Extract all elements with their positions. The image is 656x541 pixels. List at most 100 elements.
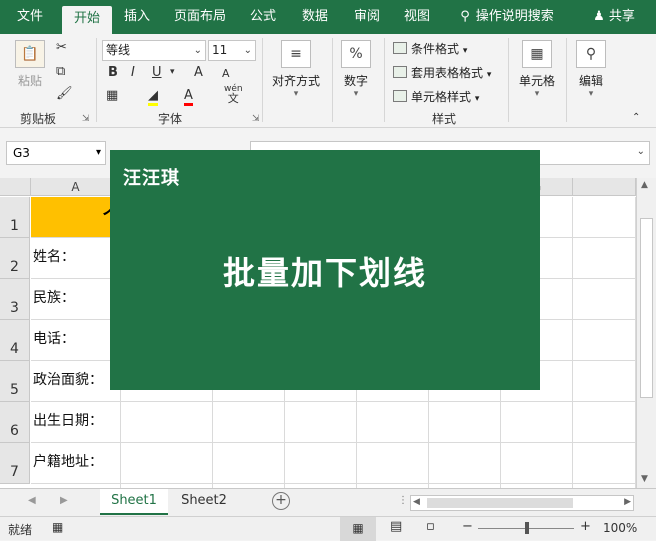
tab-review[interactable]: 审阅 bbox=[346, 0, 388, 34]
chevron-down-icon: ▾ bbox=[353, 89, 359, 99]
tab-page-layout[interactable]: 页面布局 bbox=[168, 0, 232, 34]
overlay-headline: 批量加下划线 bbox=[222, 254, 427, 292]
divider bbox=[384, 38, 385, 122]
ready-status: 就绪 bbox=[8, 523, 33, 537]
font-size-select[interactable]: 11 ⌄ bbox=[208, 40, 256, 61]
divider bbox=[508, 38, 509, 122]
column-header[interactable] bbox=[573, 178, 636, 196]
scroll-left-icon[interactable]: ◀ bbox=[413, 497, 420, 507]
font-color-button[interactable]: A bbox=[184, 88, 193, 106]
cut-icon[interactable]: ✂ bbox=[56, 40, 67, 55]
share-button[interactable]: ♟ 共享 bbox=[584, 0, 644, 34]
scroll-up-icon[interactable]: ▲ bbox=[641, 180, 648, 190]
shrink-font-button[interactable]: A bbox=[222, 67, 230, 80]
zoom-level[interactable]: 100% bbox=[603, 521, 637, 535]
sheet-tab-1[interactable]: Sheet1 bbox=[100, 489, 168, 515]
cell-style-icon bbox=[393, 90, 407, 102]
next-sheet-icon[interactable]: ▶ bbox=[60, 495, 68, 506]
row-header[interactable]: 5 bbox=[0, 361, 30, 402]
alignment-button[interactable]: ≡ 对齐方式 ▾ bbox=[268, 40, 324, 99]
tab-formulas[interactable]: 公式 bbox=[242, 0, 284, 34]
scrollbar-thumb[interactable] bbox=[640, 218, 653, 398]
scrollbar-thumb[interactable] bbox=[427, 498, 573, 508]
grow-font-button[interactable]: A bbox=[194, 65, 203, 80]
title-overlay-banner: 汪汪琪 批量加下划线 bbox=[110, 150, 540, 390]
name-box[interactable]: G3 ▾ bbox=[6, 141, 106, 165]
tab-view[interactable]: 视图 bbox=[396, 0, 438, 34]
zoom-in-icon[interactable]: + bbox=[580, 519, 591, 534]
clipboard-icon: 📋 bbox=[15, 40, 45, 68]
phonetic-button[interactable]: wén 文 bbox=[224, 84, 243, 104]
table-icon bbox=[393, 66, 407, 78]
editing-button[interactable]: ⚲ 编辑 ▾ bbox=[572, 40, 610, 99]
underline-button[interactable]: U bbox=[152, 65, 162, 80]
font-launcher-icon[interactable]: ⇲ bbox=[252, 114, 260, 124]
add-sheet-icon[interactable]: + bbox=[272, 492, 290, 510]
number-format-button[interactable]: % 数字 ▾ bbox=[338, 40, 374, 99]
scroll-down-icon[interactable]: ▼ bbox=[641, 474, 648, 484]
cell-styles-button[interactable]: 单元格样式 ▾ bbox=[393, 88, 479, 105]
page-layout-view-icon[interactable]: ▤ bbox=[390, 519, 402, 534]
chevron-down-icon: ⌄ bbox=[636, 146, 645, 157]
brand-name: 汪汪琪 bbox=[123, 168, 180, 189]
sheet-tab-2[interactable]: Sheet2 bbox=[170, 489, 238, 515]
ribbon-tab-bar: 文件 开始 插入 页面布局 公式 数据 审阅 视图 ⚲ 操作说明搜索 ♟ 共享 bbox=[0, 0, 656, 34]
conditional-format-button[interactable]: 条件格式 ▾ bbox=[393, 40, 467, 57]
chevron-down-icon: ▾ bbox=[462, 46, 468, 56]
scroll-right-icon[interactable]: ▶ bbox=[624, 497, 631, 507]
styles-group-label: 样式 bbox=[432, 112, 457, 126]
row-header[interactable]: 4 bbox=[0, 320, 30, 361]
chevron-down-icon: ⌄ bbox=[193, 45, 202, 56]
lightbulb-icon: ⚲ bbox=[460, 9, 470, 24]
border-icon[interactable]: ▦ bbox=[106, 88, 118, 103]
label-cell[interactable]: 户籍地址： bbox=[31, 451, 141, 471]
tab-insert[interactable]: 插入 bbox=[116, 0, 158, 34]
divider bbox=[262, 38, 263, 122]
chevron-down-icon: ▾ bbox=[474, 94, 480, 104]
tell-me-search[interactable]: ⚲ 操作说明搜索 bbox=[452, 0, 562, 34]
horizontal-scrollbar[interactable]: ◀ ▶ bbox=[410, 495, 634, 511]
normal-view-icon[interactable]: ▦ bbox=[340, 517, 376, 541]
divider bbox=[566, 38, 567, 122]
grid-row-line bbox=[31, 442, 636, 443]
macro-record-icon[interactable]: ▦ bbox=[52, 520, 63, 534]
format-painter-icon[interactable]: 🖌 bbox=[56, 86, 73, 101]
chevron-down-icon: ▾ bbox=[95, 147, 101, 158]
chevron-down-icon: ▾ bbox=[534, 89, 540, 99]
vertical-scrollbar[interactable]: ▲ ▼ bbox=[636, 178, 656, 488]
paste-button[interactable]: 📋 粘贴 bbox=[10, 40, 50, 89]
select-all-corner[interactable] bbox=[0, 178, 31, 196]
font-name-select[interactable]: 等线 ⌄ bbox=[102, 40, 206, 61]
page-break-view-icon[interactable]: ▫ bbox=[426, 519, 435, 534]
collapse-ribbon-icon[interactable]: ⌃ bbox=[632, 112, 640, 123]
tab-home[interactable]: 开始 bbox=[62, 6, 112, 34]
row-header[interactable]: 7 bbox=[0, 443, 30, 484]
fill-color-icon[interactable]: ◢ bbox=[148, 88, 158, 106]
clipboard-launcher-icon[interactable]: ⇲ bbox=[82, 114, 90, 124]
cells-button[interactable]: ▦ 单元格 ▾ bbox=[514, 40, 560, 99]
status-bar: 就绪 ▦ ▦ ▤ ▫ − + 100% bbox=[0, 516, 656, 541]
prev-sheet-icon[interactable]: ◀ bbox=[28, 495, 36, 506]
search-icon: ⚲ bbox=[576, 40, 606, 68]
copy-icon[interactable]: ⧉ bbox=[56, 64, 65, 79]
zoom-slider-handle[interactable] bbox=[525, 522, 529, 534]
tab-data[interactable]: 数据 bbox=[294, 0, 336, 34]
person-icon: ♟ bbox=[593, 9, 605, 24]
chevron-down-icon: ▾ bbox=[293, 89, 299, 99]
zoom-out-icon[interactable]: − bbox=[462, 519, 473, 534]
row-header[interactable]: 6 bbox=[0, 402, 30, 443]
chevron-down-icon: ▾ bbox=[486, 70, 492, 80]
bold-button[interactable]: B bbox=[108, 65, 118, 80]
row-header[interactable]: 1 bbox=[0, 197, 30, 238]
grid-row-line bbox=[31, 401, 636, 402]
row-header[interactable]: 2 bbox=[0, 238, 30, 279]
divider bbox=[332, 38, 333, 122]
column-header-a[interactable]: A bbox=[31, 178, 121, 196]
tab-file[interactable]: 文件 bbox=[4, 0, 56, 34]
format-as-table-button[interactable]: 套用表格格式 ▾ bbox=[393, 64, 491, 81]
chevron-down-icon[interactable]: ▾ bbox=[170, 67, 175, 77]
label-cell[interactable]: 出生日期： bbox=[31, 410, 141, 430]
row-header[interactable]: 3 bbox=[0, 279, 30, 320]
italic-button[interactable]: I bbox=[131, 65, 135, 80]
more-icon: ⋮ bbox=[398, 495, 408, 506]
